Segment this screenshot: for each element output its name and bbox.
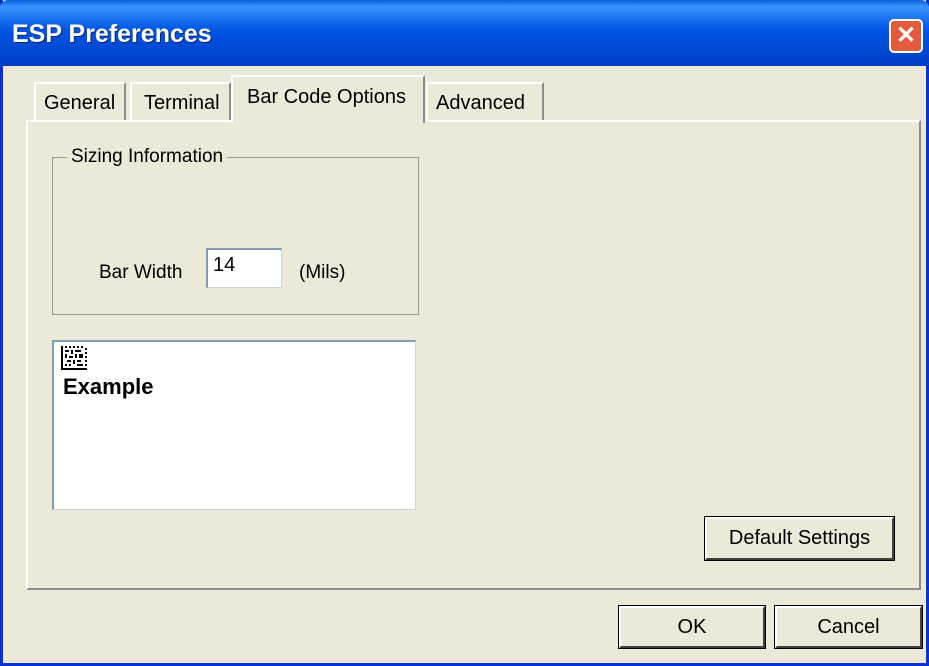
sizing-information-group — [52, 157, 419, 315]
tab-advanced-label: Advanced — [436, 92, 525, 114]
bar-width-label: Bar Width — [99, 262, 183, 283]
tab-terminal[interactable]: Terminal — [130, 82, 231, 120]
tab-terminal-label: Terminal — [144, 92, 220, 114]
close-button[interactable]: ✕ — [889, 19, 923, 53]
barcode-preview — [52, 340, 416, 510]
window-title: ESP Preferences — [12, 20, 212, 48]
tab-bar-code-options[interactable]: Bar Code Options — [231, 75, 425, 123]
tab-general-label: General — [44, 92, 116, 114]
tab-general[interactable]: General — [34, 82, 126, 120]
tab-advanced[interactable]: Advanced — [426, 82, 544, 120]
units-label: (Mils) — [299, 262, 346, 283]
tab-bar-code-options-label: Bar Code Options — [247, 86, 406, 108]
title-bar[interactable]: ESP Preferences ✕ — [0, 0, 929, 66]
preview-example-text: Example — [63, 374, 154, 399]
esp-preferences-dialog: ESP Preferences ✕ General Terminal Bar C… — [0, 0, 929, 666]
bar-width-input[interactable]: 14 — [206, 248, 282, 288]
default-settings-button[interactable]: Default Settings — [704, 516, 895, 561]
close-icon: ✕ — [895, 22, 917, 49]
sizing-information-label: Sizing Information — [67, 146, 228, 168]
ok-button[interactable]: OK — [618, 605, 766, 649]
datamatrix-barcode-icon — [61, 346, 87, 370]
cancel-button[interactable]: Cancel — [774, 605, 923, 649]
